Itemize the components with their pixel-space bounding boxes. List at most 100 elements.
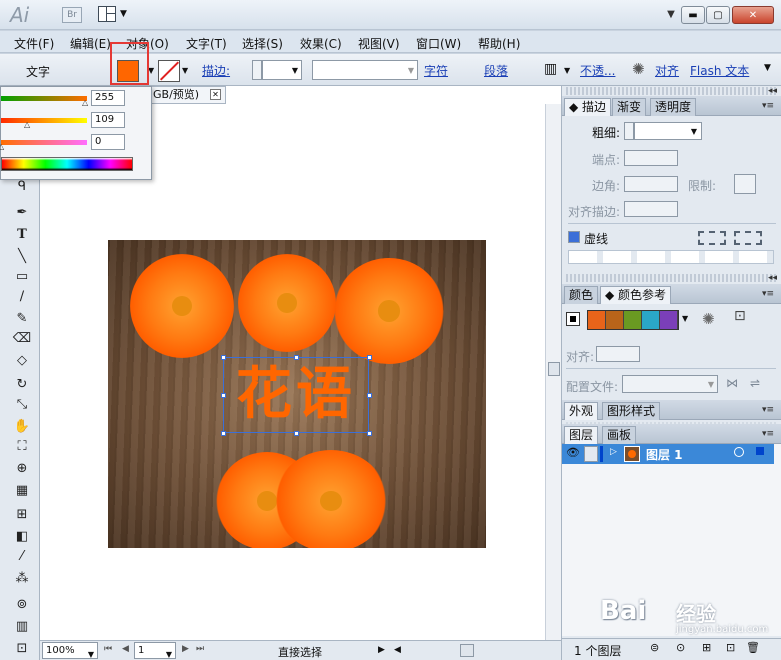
make-clipping-mask-icon[interactable]: ⊙ <box>676 641 685 654</box>
harmony-dropdown-icon[interactable]: ▼ <box>682 314 688 323</box>
rectangle-tool-icon[interactable]: ▭ <box>12 268 32 286</box>
tab-color[interactable]: 颜色 <box>564 286 599 304</box>
corner-buttons[interactable] <box>624 176 678 192</box>
base-color-swatch[interactable] <box>566 312 580 326</box>
blue-slider[interactable] <box>1 140 87 145</box>
color-swatch[interactable] <box>624 311 642 329</box>
tab-artboards[interactable]: 画板 <box>602 426 637 444</box>
dash-preset-icon[interactable] <box>698 231 726 245</box>
pen-tool-icon[interactable]: ✒ <box>12 204 32 222</box>
resize-handle[interactable] <box>221 431 226 436</box>
selection-bounding-box[interactable] <box>223 357 369 433</box>
workspace-dropdown-icon[interactable]: ▼ <box>664 6 678 24</box>
stroke-swatch[interactable] <box>158 60 180 82</box>
edit-colors-icon[interactable]: ✺ <box>702 310 715 328</box>
prev-artboard-icon[interactable]: ◀ <box>122 644 129 654</box>
dash-preset-icon[interactable] <box>734 231 762 245</box>
layer-row[interactable]: 👁 ▷ 图层 1 <box>562 444 774 464</box>
green-slider-thumb[interactable]: △ <box>24 120 30 129</box>
lasso-tool-icon[interactable]: ᑫ <box>12 178 32 196</box>
color-swatch[interactable] <box>642 311 660 329</box>
next-artboard-icon[interactable]: ▶ <box>182 644 189 654</box>
save-group-icon[interactable]: ⊡ <box>734 308 746 324</box>
dash-gap-fields[interactable] <box>568 250 774 264</box>
vertical-scrollbar[interactable] <box>545 104 561 640</box>
color-swatch[interactable] <box>588 311 606 329</box>
tab-color-guide[interactable]: ◆ 颜色参考 <box>600 286 672 304</box>
status-menu-icon[interactable]: ▶ <box>378 645 385 655</box>
dashed-line-checkbox[interactable] <box>568 231 580 243</box>
tab-gradient[interactable]: 渐变 <box>612 98 647 116</box>
shape-builder-tool-icon[interactable]: ⊕ <box>12 460 32 478</box>
flash-text-link[interactable]: Flash 文本 <box>690 62 749 79</box>
warp-tool-icon[interactable]: ✋ <box>12 418 32 436</box>
resize-handle[interactable] <box>294 355 299 360</box>
last-artboard-icon[interactable]: ⏭ <box>196 644 204 654</box>
resize-handle[interactable] <box>367 393 372 398</box>
artboard-tool-icon[interactable]: ⊡ <box>12 640 32 658</box>
new-sublayer-icon[interactable]: ⊞ <box>702 641 711 654</box>
expand-triangle-icon[interactable]: ▷ <box>610 447 617 457</box>
red-value-field[interactable]: 255 <box>91 90 125 106</box>
panel-grip[interactable] <box>566 87 776 95</box>
menu-edit[interactable]: 编辑(E) <box>70 35 111 52</box>
color-harmony-bar[interactable] <box>587 310 679 330</box>
resize-handle[interactable] <box>294 431 299 436</box>
eye-icon[interactable]: 👁 <box>566 446 580 459</box>
color-swatch[interactable] <box>660 311 678 329</box>
profile-field[interactable]: ▼ <box>622 375 718 393</box>
panel-grip[interactable] <box>566 274 776 282</box>
new-layer-icon[interactable]: ⊡ <box>726 641 735 654</box>
blob-brush-tool-icon[interactable]: ⌫ <box>12 330 32 348</box>
pencil-tool-icon[interactable]: ✎ <box>12 310 32 328</box>
menu-window[interactable]: 窗口(W) <box>416 35 461 52</box>
stroke-link[interactable]: 描边: <box>202 62 230 79</box>
flip-profile-icon[interactable]: ⋈ <box>726 376 738 390</box>
align-stroke-buttons[interactable] <box>624 201 678 217</box>
layer-name[interactable]: 图层 1 <box>646 446 683 463</box>
arrange-documents-button[interactable]: ▼ <box>98 6 130 24</box>
align-link[interactable]: 对齐 <box>655 62 679 79</box>
resize-handle[interactable] <box>367 431 372 436</box>
weight-spinner[interactable] <box>624 122 634 140</box>
recolor-icon[interactable]: ▥ <box>544 61 557 77</box>
align-buttons[interactable] <box>596 346 640 362</box>
blue-value-field[interactable]: 0 <box>91 134 125 150</box>
lock-toggle[interactable] <box>584 446 598 462</box>
maximize-button[interactable]: ▢ <box>706 6 730 24</box>
paragraph-link[interactable]: 段落 <box>484 62 508 79</box>
tab-graphic-styles[interactable]: 图形样式 <box>602 402 661 420</box>
scroll-left-icon[interactable]: ◀ <box>394 645 401 655</box>
menu-view[interactable]: 视图(V) <box>358 35 400 52</box>
resize-handle[interactable] <box>367 355 372 360</box>
color-swatch[interactable] <box>606 311 624 329</box>
column-graph-tool-icon[interactable]: ▥ <box>12 618 32 636</box>
free-transform-tool-icon[interactable]: ⛶ <box>12 438 32 456</box>
symbol-sprayer-tool-icon[interactable]: ⊚ <box>12 596 32 614</box>
locate-object-icon[interactable]: ⊜ <box>650 641 659 654</box>
zoom-field[interactable]: 100% ▼ <box>42 642 98 659</box>
close-tab-icon[interactable]: ✕ <box>210 89 221 100</box>
menu-select[interactable]: 选择(S) <box>242 35 283 52</box>
blue-slider-thumb[interactable]: △ <box>0 142 4 151</box>
panel-menu-icon[interactable]: ▾≡ <box>762 429 774 439</box>
horizontal-scroll-thumb[interactable] <box>460 644 474 657</box>
green-value-field[interactable]: 109 <box>91 112 125 128</box>
graph-tool-icon[interactable]: ▦ <box>12 482 32 500</box>
stroke-weight-spinner[interactable] <box>252 60 262 80</box>
panel-menu-icon[interactable]: ▾≡ <box>762 405 774 415</box>
globe-icon[interactable]: ✺ <box>632 60 645 78</box>
target-icon[interactable] <box>734 447 744 457</box>
red-slider[interactable] <box>1 96 87 101</box>
red-slider-thumb[interactable]: △ <box>82 98 88 107</box>
stroke-dropdown-icon[interactable]: ▼ <box>182 66 188 75</box>
tab-layers[interactable]: 图层 <box>564 426 599 444</box>
eyedropper-tool-icon[interactable]: ⁄ <box>12 548 32 566</box>
recolor-dropdown-icon[interactable]: ▼ <box>564 66 570 75</box>
menu-file[interactable]: 文件(F) <box>14 35 54 52</box>
tab-transparency[interactable]: 透明度 <box>650 98 697 116</box>
selection-indicator-icon[interactable] <box>756 447 764 455</box>
variable-width-field[interactable]: ▼ <box>312 60 418 80</box>
minimize-button[interactable]: ▬ <box>681 6 705 24</box>
blend-tool-icon[interactable]: ⁂ <box>12 570 32 588</box>
